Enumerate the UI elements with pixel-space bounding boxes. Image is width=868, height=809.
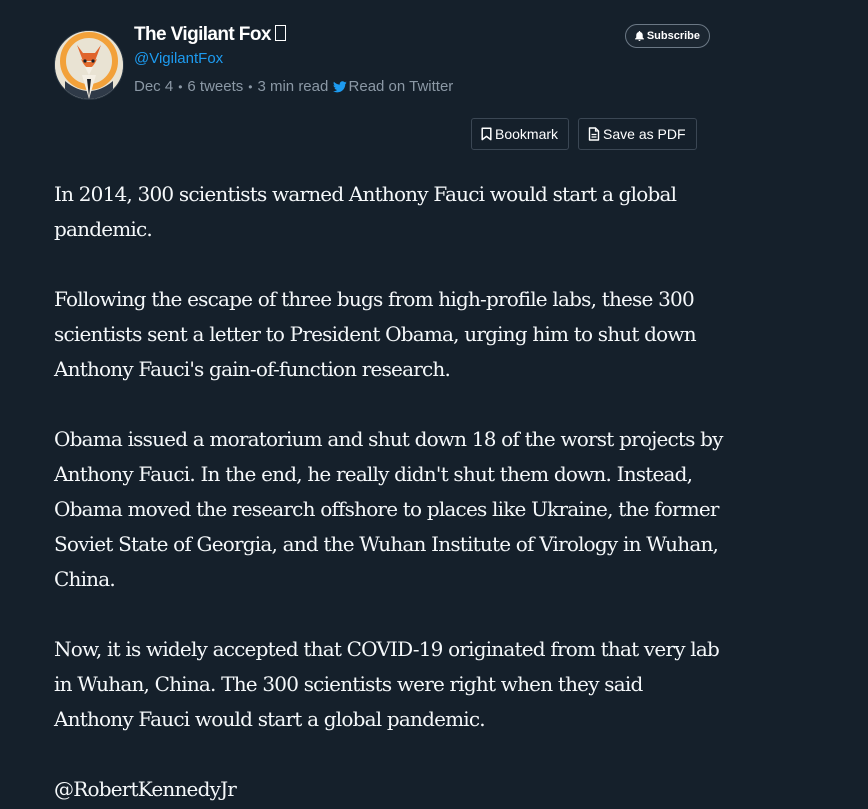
bookmark-button[interactable]: Bookmark xyxy=(471,118,570,150)
thread-article: In 2014, 300 scientists warned Anthony F… xyxy=(54,177,724,809)
thread-reader-page: The Vigilant Fox @VigilantFox Dec 4 • 6 tw… xyxy=(0,0,868,809)
read-time: 3 min read xyxy=(257,78,329,95)
bell-icon xyxy=(634,31,644,41)
author-handle[interactable]: @VigilantFox xyxy=(134,49,453,69)
pdf-file-icon xyxy=(588,127,600,141)
meta-separator: • xyxy=(178,80,183,94)
tweet-count: 6 tweets xyxy=(187,78,244,95)
missing-glyph-icon xyxy=(274,25,286,41)
author-avatar[interactable] xyxy=(54,30,124,100)
author-name[interactable]: The Vigilant Fox xyxy=(134,24,271,45)
thread-meta: Dec 4 • 6 tweets • 3 min read Read on Twitte… xyxy=(134,77,453,97)
read-on-twitter-link[interactable]: Read on Twitter xyxy=(332,78,454,95)
subscribe-label: Subscribe xyxy=(646,30,700,42)
save-as-pdf-button[interactable]: Save as PDF xyxy=(578,118,697,150)
article-paragraph: Obama issued a moratorium and shut down … xyxy=(54,427,723,591)
author-name-row[interactable]: The Vigilant Fox xyxy=(134,22,453,48)
mention-link[interactable]: @RobertKennedyJr xyxy=(54,772,724,807)
thread-date: Dec 4 xyxy=(134,78,174,95)
meta-separator: • xyxy=(248,80,253,94)
read-on-twitter-label: Read on Twitter xyxy=(348,78,454,95)
thread-actions: Bookmark Save as PDF xyxy=(471,118,697,150)
save-as-pdf-label: Save as PDF xyxy=(603,126,686,142)
article-paragraph: Now, it is widely accepted that COVID-19… xyxy=(54,637,720,731)
author-info: The Vigilant Fox @VigilantFox Dec 4 • 6 tw… xyxy=(134,22,453,97)
article-paragraph: Following the escape of three bugs from … xyxy=(54,287,697,381)
article-paragraph: In 2014, 300 scientists warned Anthony F… xyxy=(54,182,677,241)
bookmark-icon xyxy=(481,127,492,141)
subscribe-button[interactable]: Subscribe xyxy=(624,24,710,48)
bookmark-label: Bookmark xyxy=(495,126,559,142)
thread-header: The Vigilant Fox @VigilantFox Dec 4 • 6 tw… xyxy=(54,22,710,102)
twitter-bird-icon xyxy=(332,81,347,93)
